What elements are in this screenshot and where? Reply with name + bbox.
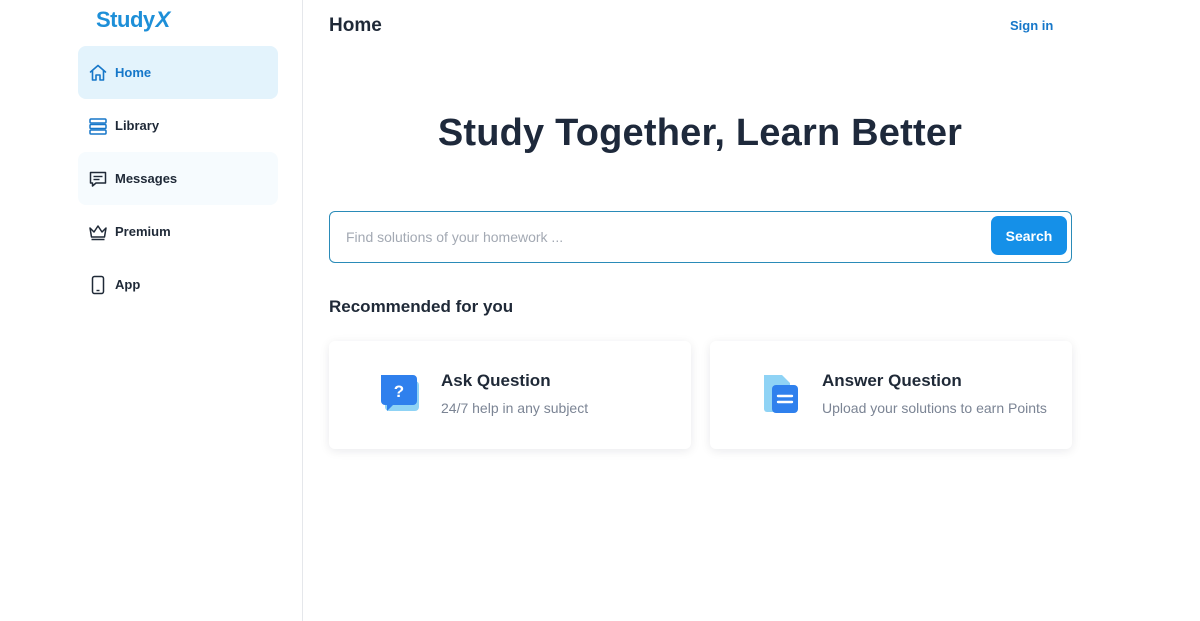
sidebar-item-label: Messages xyxy=(115,171,178,186)
sidebar-item-label: Premium xyxy=(115,224,171,239)
search-input[interactable] xyxy=(346,212,976,261)
sidebar-item-app[interactable]: App xyxy=(78,258,278,311)
sidebar-item-premium[interactable]: Premium xyxy=(78,205,278,258)
question-bubble-icon: ? xyxy=(377,371,423,417)
card-subtitle: 24/7 help in any subject xyxy=(441,400,589,416)
sidebar-item-messages[interactable]: Messages xyxy=(78,152,278,205)
studyx-logo[interactable]: Study X xyxy=(96,7,170,33)
library-icon xyxy=(88,116,108,136)
document-icon xyxy=(758,371,804,417)
sidebar-nav: Home Library Messages Premium App xyxy=(78,46,278,311)
ask-question-card[interactable]: ? Ask Question 24/7 help in any subject xyxy=(329,341,691,449)
sidebar-item-library[interactable]: Library xyxy=(78,99,278,152)
recommended-title: Recommended for you xyxy=(329,297,514,316)
sidebar-item-label: Library xyxy=(115,118,160,133)
messages-icon xyxy=(88,169,108,189)
logo-text: Study xyxy=(96,7,155,32)
answer-question-card[interactable]: Answer Question Upload your solutions to… xyxy=(710,341,1072,449)
search-button[interactable]: Search xyxy=(991,216,1067,255)
sign-in-link[interactable]: Sign in xyxy=(1010,18,1053,33)
page-title: Home xyxy=(329,15,382,36)
card-subtitle: Upload your solutions to earn Points xyxy=(822,400,1047,416)
card-title: Ask Question xyxy=(441,371,551,390)
sidebar-item-label: Home xyxy=(115,65,152,80)
phone-icon xyxy=(88,275,108,295)
logo-accent: X xyxy=(155,7,171,32)
search-bar: Search xyxy=(329,211,1072,263)
hero-headline: Study Together, Learn Better xyxy=(437,112,963,154)
main-content: Home Sign in Study Together, Learn Bette… xyxy=(304,0,1200,621)
card-title: Answer Question xyxy=(822,371,962,390)
svg-text:?: ? xyxy=(394,382,404,401)
sidebar: Study X Home Library Messages Premium Ap… xyxy=(0,0,303,621)
sidebar-item-label: App xyxy=(115,277,141,292)
crown-icon xyxy=(88,222,108,242)
home-icon xyxy=(88,63,108,83)
sidebar-item-home[interactable]: Home xyxy=(78,46,278,99)
